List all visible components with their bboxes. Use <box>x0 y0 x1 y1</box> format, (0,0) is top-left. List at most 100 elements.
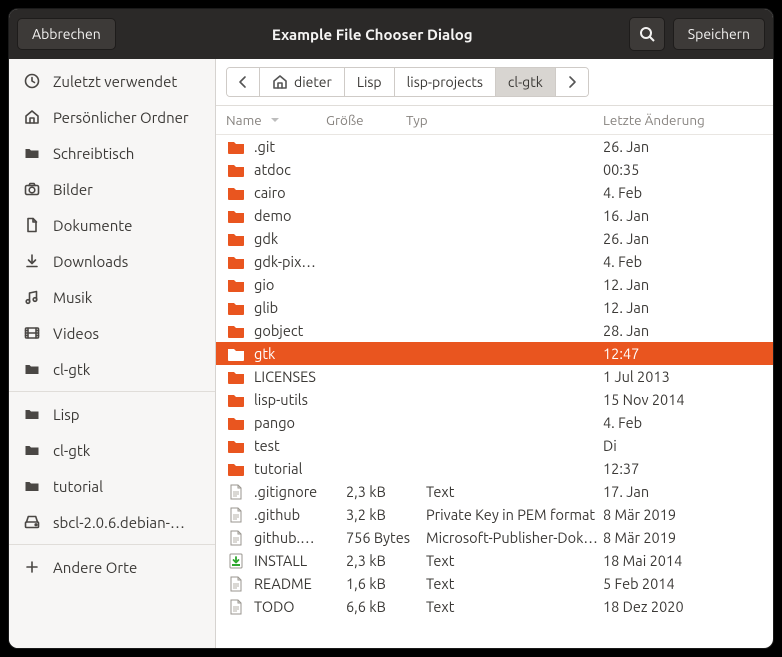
file-row[interactable]: cairo4. Feb <box>216 181 773 204</box>
file-name: lisp-utils <box>254 391 346 408</box>
file-row[interactable]: atdoc00:35 <box>216 158 773 181</box>
sidebar-item[interactable]: Dokumente <box>9 207 215 243</box>
folder-icon <box>23 360 41 378</box>
column-headers: Name Größe Typ Letzte Änderung <box>216 106 773 135</box>
folder-icon <box>226 299 246 317</box>
file-row[interactable]: demo16. Jan <box>216 204 773 227</box>
file-name: LICENSES <box>254 368 346 385</box>
file-row[interactable]: gdk 26. Jan <box>216 227 773 250</box>
file-type: Text <box>426 575 603 592</box>
file-icon <box>226 529 246 547</box>
file-name: atdoc <box>254 161 346 178</box>
clock-icon <box>23 72 41 90</box>
sidebar-item[interactable]: Musik <box>9 279 215 315</box>
breadcrumb-back[interactable] <box>227 68 260 96</box>
folder-icon <box>226 368 246 386</box>
sidebar-item[interactable]: tutorial <box>9 468 215 504</box>
breadcrumb-segment[interactable]: Lisp <box>345 68 395 96</box>
sidebar-item[interactable]: sbcl-2.0.6.debian-… <box>9 504 215 540</box>
file-name: pango <box>254 414 346 431</box>
dialog-title: Example File Chooser Dialog <box>124 26 621 43</box>
sidebar-item[interactable]: Bilder <box>9 171 215 207</box>
file-name: demo <box>254 207 346 224</box>
sidebar-item-label: Lisp <box>53 406 80 423</box>
file-name: gdk-pix… <box>254 253 346 270</box>
file-row[interactable]: TODO6,6 kBText18 Dez 2020 <box>216 595 773 618</box>
file-name: .github <box>254 506 346 523</box>
music-icon <box>23 288 41 306</box>
file-row[interactable]: INSTALL2,3 kBText18 Mai 2014 <box>216 549 773 572</box>
column-type[interactable]: Typ <box>406 112 603 128</box>
search-button[interactable] <box>629 17 665 51</box>
sidebar-item[interactable]: Videos <box>9 315 215 351</box>
file-row[interactable]: gobject28. Jan <box>216 319 773 342</box>
folder-icon <box>23 441 41 459</box>
file-name: README <box>254 575 346 592</box>
folder-icon <box>23 144 41 162</box>
file-name: .git <box>254 138 346 155</box>
file-row[interactable]: github.…756 BytesMicrosoft-Publisher-Dok… <box>216 526 773 549</box>
column-size[interactable]: Größe <box>326 112 406 128</box>
file-row[interactable]: gio12. Jan <box>216 273 773 296</box>
file-type: Microsoft-Publisher-Dokument <box>426 529 603 546</box>
file-modified: 18 Mai 2014 <box>603 552 763 569</box>
column-name[interactable]: Name <box>226 112 326 128</box>
breadcrumb-bar: dieterLisplisp-projectscl-gtk <box>216 59 773 106</box>
sidebar-item[interactable]: Downloads <box>9 243 215 279</box>
cancel-button[interactable]: Abbrechen <box>17 18 116 50</box>
breadcrumb-segment[interactable]: lisp-projects <box>395 68 496 96</box>
file-row[interactable]: .gitignore2,3 kBText17. Jan <box>216 480 773 503</box>
file-list: .git 26. Jan atdoc00:35cairo4. Febdemo16. … <box>216 135 773 648</box>
file-row[interactable]: glib12. Jan <box>216 296 773 319</box>
sidebar-item[interactable]: Schreibtisch <box>9 135 215 171</box>
file-modified: 26. Jan <box>603 138 763 155</box>
breadcrumb-forward[interactable] <box>556 68 588 96</box>
sidebar-item-label: Schreibtisch <box>53 145 134 162</box>
file-row[interactable]: testDi <box>216 434 773 457</box>
file-size: 6,6 kB <box>346 598 426 615</box>
file-modified: 4. Feb <box>603 414 763 431</box>
file-chooser-dialog: Abbrechen Example File Chooser Dialog Sp… <box>8 8 774 649</box>
column-modified[interactable]: Letzte Änderung <box>603 112 763 128</box>
sidebar-item-label: cl-gtk <box>53 442 90 459</box>
breadcrumb-segment[interactable]: dieter <box>260 68 345 96</box>
file-row[interactable]: lisp-utils15 Nov 2014 <box>216 388 773 411</box>
drive-icon <box>23 513 41 531</box>
file-size: 2,3 kB <box>346 483 426 500</box>
file-modified: 12:47 <box>603 345 763 362</box>
sidebar-item[interactable]: cl-gtk <box>9 432 215 468</box>
folder-open-icon <box>226 345 246 363</box>
sidebar-item[interactable]: Zuletzt verwendet <box>9 63 215 99</box>
sidebar-item[interactable]: Lisp <box>9 396 215 432</box>
file-row[interactable]: gdk-pix… 4. Feb <box>216 250 773 273</box>
file-name: test <box>254 437 346 454</box>
sidebar-item-label: Zuletzt verwendet <box>53 73 177 90</box>
file-modified: 8 Mär 2019 <box>603 529 763 546</box>
file-row[interactable]: .git 26. Jan <box>216 135 773 158</box>
file-name: .gitignore <box>254 483 346 500</box>
sidebar-item[interactable]: cl-gtk <box>9 351 215 387</box>
sidebar-item-label: Downloads <box>53 253 128 270</box>
file-icon <box>226 506 246 524</box>
file-modified: 12. Jan <box>603 299 763 316</box>
install-icon <box>226 552 246 570</box>
file-row[interactable]: pango 4. Feb <box>216 411 773 434</box>
file-row[interactable]: .github3,2 kBPrivate Key in PEM format8 … <box>216 503 773 526</box>
file-name: gio <box>254 276 346 293</box>
file-modified: 26. Jan <box>603 230 763 247</box>
file-modified: 4. Feb <box>603 253 763 270</box>
file-size: 1,6 kB <box>346 575 426 592</box>
save-button[interactable]: Speichern <box>673 18 765 50</box>
file-modified: 17. Jan <box>603 483 763 500</box>
file-name: gdk <box>254 230 346 247</box>
sidebar-item[interactable]: Persönlicher Ordner <box>9 99 215 135</box>
file-row[interactable]: README1,6 kBText5 Feb 2014 <box>216 572 773 595</box>
file-row[interactable]: gtk12:47 <box>216 342 773 365</box>
breadcrumb-segment[interactable]: cl-gtk <box>496 68 556 96</box>
sidebar-item-label: cl-gtk <box>53 361 90 378</box>
home-icon <box>23 108 41 126</box>
file-modified: 12:37 <box>603 460 763 477</box>
file-row[interactable]: LICENSES1 Jul 2013 <box>216 365 773 388</box>
sidebar-item[interactable]: Andere Orte <box>9 549 215 585</box>
file-row[interactable]: tutorial12:37 <box>216 457 773 480</box>
